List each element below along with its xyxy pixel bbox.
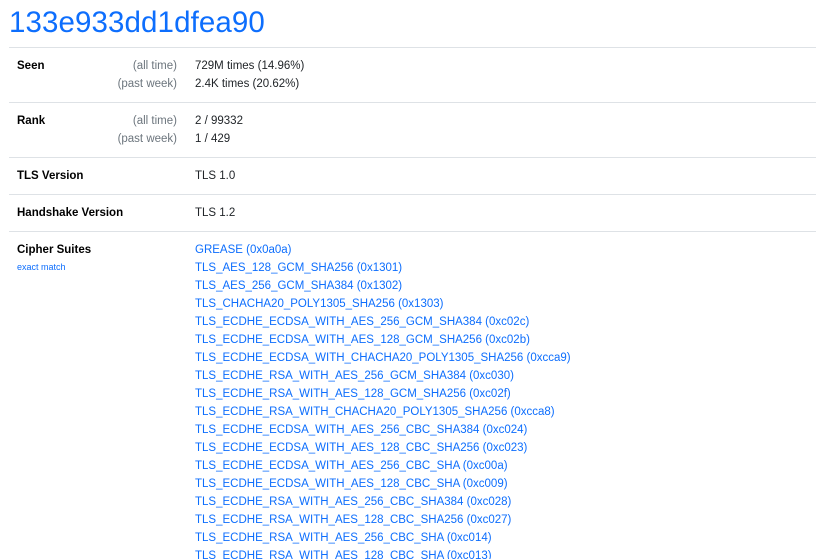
handshake-version-row: Handshake Version TLS 1.2 — [9, 194, 816, 232]
tls-version-value: TLS 1.0 — [186, 157, 816, 195]
cipher-suite-link[interactable]: GREASE (0x0a0a) — [195, 241, 816, 259]
cipher-suite-link[interactable]: TLS_CHACHA20_POLY1305_SHA256 (0x1303) — [195, 295, 816, 313]
cipher-suite-link[interactable]: TLS_ECDHE_RSA_WITH_AES_256_CBC_SHA384 (0… — [195, 493, 816, 511]
exact-match-link[interactable]: exact match — [17, 259, 186, 275]
handshake-version-label: Handshake Version — [9, 194, 186, 232]
cipher-suites-row: Cipher Suites exact match GREASE (0x0a0a… — [9, 231, 816, 559]
rank-all-time-qualifier: (all time) — [132, 115, 177, 127]
rank-values: 2 / 99332 1 / 429 — [186, 102, 816, 158]
cipher-suite-link[interactable]: TLS_ECDHE_ECDSA_WITH_AES_256_CBC_SHA (0x… — [195, 457, 816, 475]
cipher-suites-label: Cipher Suites — [17, 244, 92, 256]
rank-qualifiers: (all time) (past week) — [107, 102, 186, 158]
cipher-suite-link[interactable]: TLS_AES_128_GCM_SHA256 (0x1301) — [195, 259, 816, 277]
cipher-suite-link[interactable]: TLS_ECDHE_ECDSA_WITH_AES_128_GCM_SHA256 … — [195, 331, 816, 349]
rank-past-week-qualifier: (past week) — [117, 133, 177, 145]
cipher-suite-link[interactable]: TLS_ECDHE_ECDSA_WITH_AES_256_CBC_SHA384 … — [195, 421, 816, 439]
cipher-suite-link[interactable]: TLS_ECDHE_RSA_WITH_CHACHA20_POLY1305_SHA… — [195, 403, 816, 421]
cipher-suite-link[interactable]: TLS_ECDHE_RSA_WITH_AES_256_GCM_SHA384 (0… — [195, 367, 816, 385]
fingerprint-details-table: Seen (all time) (past week) 729M times (… — [9, 47, 816, 559]
seen-row: Seen (all time) (past week) 729M times (… — [9, 47, 816, 103]
cipher-suite-link[interactable]: TLS_ECDHE_RSA_WITH_AES_256_CBC_SHA (0xc0… — [195, 529, 816, 547]
seen-values: 729M times (14.96%) 2.4K times (20.62%) — [186, 47, 816, 103]
cipher-suite-link[interactable]: TLS_ECDHE_ECDSA_WITH_AES_128_CBC_SHA256 … — [195, 439, 816, 457]
cipher-suite-list: GREASE (0x0a0a) TLS_AES_128_GCM_SHA256 (0… — [186, 231, 816, 559]
seen-all-time-qualifier: (all time) — [132, 60, 177, 72]
cipher-suite-link[interactable]: TLS_ECDHE_RSA_WITH_AES_128_CBC_SHA256 (0… — [195, 511, 816, 529]
cipher-suite-link[interactable]: TLS_ECDHE_ECDSA_WITH_AES_256_GCM_SHA384 … — [195, 313, 816, 331]
tls-version-row: TLS Version TLS 1.0 — [9, 157, 816, 195]
tls-version-label: TLS Version — [9, 157, 186, 195]
cipher-suites-label-cell: Cipher Suites exact match — [9, 231, 186, 559]
cipher-suite-link[interactable]: TLS_ECDHE_ECDSA_WITH_AES_128_CBC_SHA (0x… — [195, 475, 816, 493]
cipher-suite-link[interactable]: TLS_ECDHE_RSA_WITH_AES_128_CBC_SHA (0xc0… — [195, 547, 816, 559]
handshake-version-value: TLS 1.2 — [186, 194, 816, 232]
fingerprint-page: 133e933dd1dfea90 Seen (all time) (past w… — [0, 0, 825, 559]
cipher-suite-link[interactable]: TLS_ECDHE_RSA_WITH_AES_128_GCM_SHA256 (0… — [195, 385, 816, 403]
page-title: 133e933dd1dfea90 — [9, 6, 265, 39]
rank-row: Rank (all time) (past week) 2 / 99332 1 … — [9, 102, 816, 158]
seen-past-week-qualifier: (past week) — [117, 78, 177, 90]
rank-past-week-value: 1 / 429 — [195, 133, 231, 145]
seen-past-week-value: 2.4K times (20.62%) — [195, 78, 300, 90]
seen-label: Seen — [9, 47, 107, 103]
seen-all-time-value: 729M times (14.96%) — [195, 60, 305, 72]
rank-label: Rank — [9, 102, 107, 158]
cipher-suite-link[interactable]: TLS_ECDHE_ECDSA_WITH_CHACHA20_POLY1305_S… — [195, 349, 816, 367]
rank-all-time-value: 2 / 99332 — [195, 115, 243, 127]
cipher-suite-link[interactable]: TLS_AES_256_GCM_SHA384 (0x1302) — [195, 277, 816, 295]
seen-qualifiers: (all time) (past week) — [107, 47, 186, 103]
